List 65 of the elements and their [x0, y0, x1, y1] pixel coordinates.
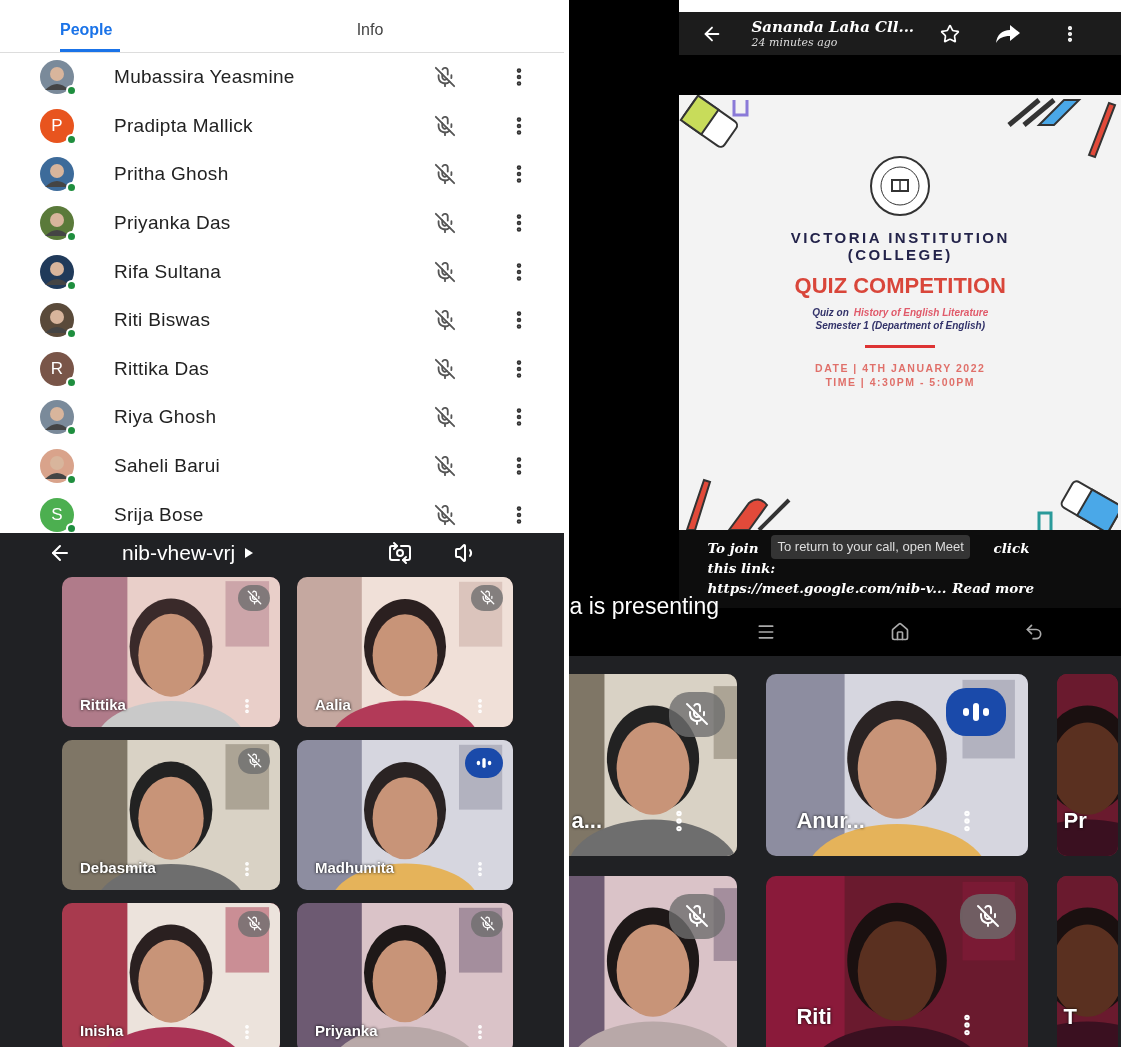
- semester-text: Semester 1 (Department of English): [815, 320, 985, 331]
- online-dot: [66, 376, 77, 388]
- event-time: TIME | 4:30PM - 5:00PM: [825, 376, 976, 388]
- post-title: Sananda Laha Cll...: [751, 18, 916, 36]
- participant-name: Mubassira Yeasmine: [114, 66, 296, 89]
- caption-text: To join: [707, 539, 759, 558]
- meeting-code[interactable]: nib-vhew-vrj: [122, 541, 236, 565]
- tab[interactable]: Info: [350, 0, 390, 52]
- read-more-link[interactable]: Read more: [952, 578, 1035, 598]
- participant-name: Debasmita: [80, 859, 156, 876]
- online-dot: [66, 279, 77, 291]
- participant-name: Rittika: [80, 696, 126, 713]
- share-icon[interactable]: [996, 24, 1021, 43]
- mic-off-icon: [434, 503, 456, 526]
- online-dot: [66, 425, 77, 437]
- participant-name: Priyanka Das: [114, 212, 232, 235]
- mic-off-icon: [434, 114, 456, 137]
- participant-name: Pradipta Mallick: [114, 114, 254, 137]
- post-time: 24 minutes ago: [751, 36, 839, 49]
- institution-name: VICTORIA INSTITUTION: [790, 229, 1010, 246]
- participant-name: Priyanka: [315, 1022, 378, 1039]
- mic-off-icon: [434, 357, 456, 380]
- mic-off-icon: [434, 163, 456, 186]
- mic-off-icon: [434, 455, 456, 478]
- toast-message: To return to your call, open Meet: [771, 535, 970, 559]
- mic-off-icon: [434, 212, 456, 235]
- participant-name: T: [1063, 1004, 1077, 1030]
- institution-subtitle: (COLLEGE): [847, 246, 953, 263]
- star-icon[interactable]: [940, 23, 961, 44]
- caret-icon: [245, 548, 254, 558]
- participant-name: Inisha: [80, 1022, 124, 1039]
- online-dot: [66, 133, 77, 145]
- caption-text: click: [993, 539, 1030, 558]
- participant-name: a...: [571, 808, 603, 834]
- topic: History of English Literature: [853, 307, 989, 318]
- topic-label: Quiz on: [812, 307, 849, 318]
- avatar: S: [40, 497, 74, 532]
- participant-name: Rifa Sultana: [114, 260, 223, 283]
- mic-off-icon: [434, 406, 456, 429]
- college-seal-icon: [869, 155, 932, 217]
- online-dot: [66, 182, 77, 194]
- caption-text: this link:: [707, 559, 776, 578]
- participant-name: Riti Biswas: [114, 309, 212, 332]
- participant-name: Riti: [796, 1004, 832, 1030]
- home-icon[interactable]: [890, 622, 911, 642]
- participant-name: Pritha Ghosh: [114, 163, 230, 186]
- online-dot: [66, 231, 77, 243]
- participant-name: Pr: [1063, 808, 1087, 834]
- mic-off-icon: [434, 66, 456, 89]
- participant-name: Saheli Barui: [114, 455, 222, 478]
- online-dot: [66, 328, 77, 340]
- participant-name: Rittika Das: [114, 357, 211, 380]
- avatar: R: [40, 351, 74, 386]
- avatar: P: [40, 108, 74, 143]
- switch-camera-icon[interactable]: [388, 541, 413, 565]
- mic-off-icon: [434, 309, 456, 332]
- online-dot: [66, 85, 77, 97]
- participant-name: Riya Ghosh: [114, 406, 218, 429]
- participant-name: Aalia: [315, 696, 351, 713]
- participant-name: Srija Bose: [114, 503, 205, 526]
- mic-off-icon: [434, 260, 456, 283]
- event-date: DATE | 4TH JANUARY 2022: [815, 362, 986, 374]
- online-dot: [66, 474, 77, 486]
- tab[interactable]: People: [60, 0, 120, 52]
- poster-heading: QUIZ COMPETITION: [794, 273, 1006, 299]
